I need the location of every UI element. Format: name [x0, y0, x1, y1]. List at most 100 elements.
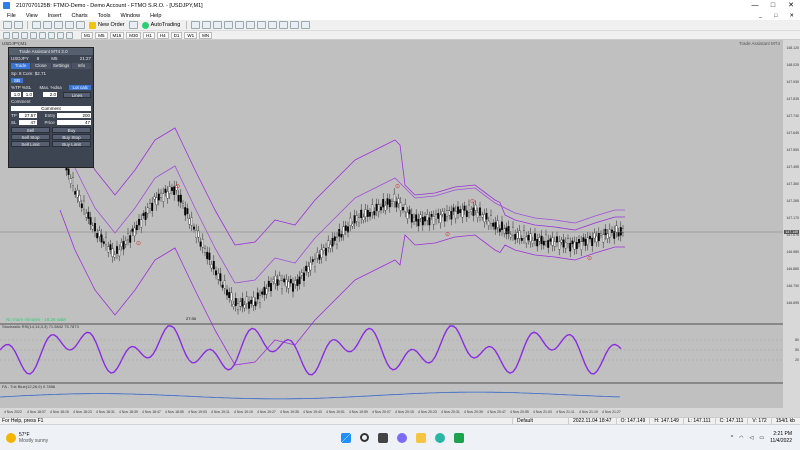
- bar-chart-icon[interactable]: [191, 21, 201, 29]
- buy-button[interactable]: Buy: [52, 126, 91, 133]
- wifi-icon[interactable]: ◠: [739, 435, 743, 441]
- vertical-line-icon[interactable]: [21, 31, 28, 39]
- file-explorer-icon[interactable]: [416, 432, 426, 443]
- candle-body: [144, 211, 147, 220]
- menu-window[interactable]: Window: [116, 13, 146, 19]
- new-chart-icon[interactable]: [3, 21, 12, 29]
- candle-body: [494, 222, 497, 230]
- menu-view[interactable]: View: [21, 13, 43, 19]
- system-clock[interactable]: 2:21 PM 11/4/2022: [770, 431, 792, 445]
- metaeditor-icon[interactable]: [128, 21, 138, 29]
- channel-icon[interactable]: [48, 31, 55, 39]
- sl-field[interactable]: 47: [18, 120, 37, 125]
- crosshair-icon[interactable]: [12, 31, 19, 39]
- child-restore-button[interactable]: □: [768, 13, 783, 19]
- sell-stop-button[interactable]: Sell Stop: [11, 133, 50, 140]
- comment-field[interactable]: Comment: [11, 106, 91, 111]
- status-message: No more minutes - 18:26 sale!: [6, 317, 67, 322]
- navigator-icon[interactable]: [54, 21, 63, 29]
- line-chart-icon[interactable]: [213, 21, 223, 29]
- market-watch-icon[interactable]: [32, 21, 41, 29]
- chat-icon[interactable]: [397, 432, 407, 443]
- autotrading-button[interactable]: AutoTrading: [140, 21, 183, 30]
- candle-body: [199, 241, 202, 247]
- child-minimize-button[interactable]: _: [753, 13, 768, 19]
- sb-button[interactable]: SB: [11, 78, 24, 83]
- periods-icon[interactable]: [290, 21, 300, 29]
- candle-body: [377, 204, 380, 213]
- timeframe-h4[interactable]: H4: [156, 31, 169, 39]
- task-view-icon[interactable]: [378, 432, 388, 443]
- maximize-button[interactable]: □: [764, 0, 782, 11]
- menu-file[interactable]: File: [2, 13, 21, 19]
- zoom-in-icon[interactable]: [224, 21, 234, 29]
- profiles-icon[interactable]: [14, 21, 23, 29]
- tp-field[interactable]: 27.57: [18, 113, 37, 118]
- menu-help[interactable]: Help: [145, 13, 166, 19]
- time-axis[interactable]: 4 Nov 2022 4 Nov 18:07 4 Nov 18:15 4 Nov 18…: [0, 408, 783, 417]
- indicators-icon[interactable]: [279, 21, 289, 29]
- timeframe-m30[interactable]: M30: [126, 31, 142, 39]
- buy-stop-button[interactable]: Buy Stop: [52, 133, 91, 140]
- chart-shift-icon[interactable]: [268, 21, 278, 29]
- tile-windows-icon[interactable]: [246, 21, 256, 29]
- tester-icon[interactable]: [76, 21, 85, 29]
- timeframe-h1[interactable]: H1: [143, 31, 155, 39]
- tab-close[interactable]: Close: [31, 63, 51, 69]
- terminal-icon[interactable]: [65, 21, 74, 29]
- candle-body: [441, 211, 444, 215]
- sl-percent-field[interactable]: 1.0: [23, 92, 33, 97]
- sell-button[interactable]: Sell: [11, 126, 50, 133]
- edge-icon[interactable]: [435, 432, 445, 443]
- cursor-icon[interactable]: [3, 31, 10, 39]
- tp-percent-field[interactable]: 1.0: [11, 92, 21, 97]
- candle-body: [190, 217, 193, 226]
- autoscroll-icon[interactable]: [257, 21, 267, 29]
- candle-body: [228, 292, 231, 299]
- timeframe-m5[interactable]: M5: [95, 31, 108, 39]
- menu-insert[interactable]: Insert: [43, 13, 67, 19]
- windows-start-icon[interactable]: [341, 432, 351, 443]
- menu-charts[interactable]: Charts: [66, 13, 92, 19]
- text-icon[interactable]: [66, 31, 73, 39]
- close-button[interactable]: ✕: [782, 0, 800, 11]
- chart-window[interactable]: ⊙ ⊙ ⊙ ⊙ ⊙ ⊙ 27:30 USDJPY,M1 Trade Assistant MT…: [0, 40, 800, 417]
- metatrader-icon[interactable]: [454, 432, 464, 443]
- zoom-out-icon[interactable]: [235, 21, 245, 29]
- panel-title[interactable]: Trade Assistant MT4 2.0: [9, 48, 93, 55]
- tab-trade[interactable]: Trade: [11, 63, 31, 69]
- price-axis[interactable]: 148.120 148.025 147.930 147.835 147.740 147.6…: [783, 40, 800, 417]
- entry-field[interactable]: 200: [57, 113, 91, 118]
- new-order-button[interactable]: New Order: [87, 21, 127, 30]
- horizontal-line-icon[interactable]: [30, 31, 37, 39]
- sell-limit-button[interactable]: Sell Limit: [11, 140, 50, 147]
- timeframe-m1[interactable]: M1: [81, 31, 94, 39]
- fibonacci-icon[interactable]: [57, 31, 64, 39]
- weather-widget[interactable]: 57°F Mostly sunny: [6, 432, 306, 444]
- price-chart[interactable]: ⊙ ⊙ ⊙ ⊙ ⊙ ⊙ 27:30: [0, 40, 783, 408]
- minimize-button[interactable]: —: [746, 0, 764, 11]
- tab-settings[interactable]: Settings: [51, 63, 71, 69]
- templates-icon[interactable]: [301, 21, 311, 29]
- tab-info[interactable]: Info: [71, 63, 91, 69]
- price-field[interactable]: 47: [56, 120, 91, 125]
- trendline-icon[interactable]: [39, 31, 46, 39]
- timeframe-mn[interactable]: MN: [199, 31, 213, 39]
- timeframe-d1[interactable]: D1: [170, 31, 183, 39]
- buy-limit-button[interactable]: Buy Limit: [52, 140, 91, 147]
- search-icon[interactable]: [360, 433, 369, 442]
- timeframe-m15[interactable]: M15: [109, 31, 125, 39]
- child-close-button[interactable]: ✕: [783, 13, 800, 19]
- timeframe-w1[interactable]: W1: [184, 31, 198, 39]
- panel-spread: 8: [36, 56, 40, 61]
- data-window-icon[interactable]: [43, 21, 52, 29]
- max-field[interactable]: 2.0: [43, 92, 57, 97]
- battery-icon[interactable]: ▭: [759, 435, 764, 441]
- tray-chevron-icon[interactable]: ^: [731, 435, 733, 441]
- menu-tools[interactable]: Tools: [93, 13, 116, 19]
- lot-calc-button[interactable]: Lot calc: [69, 85, 91, 90]
- lines-button[interactable]: Lines: [63, 91, 91, 98]
- candle-body: [276, 279, 279, 286]
- candlestick-icon[interactable]: [202, 21, 212, 29]
- speaker-icon[interactable]: ◁: [750, 435, 754, 441]
